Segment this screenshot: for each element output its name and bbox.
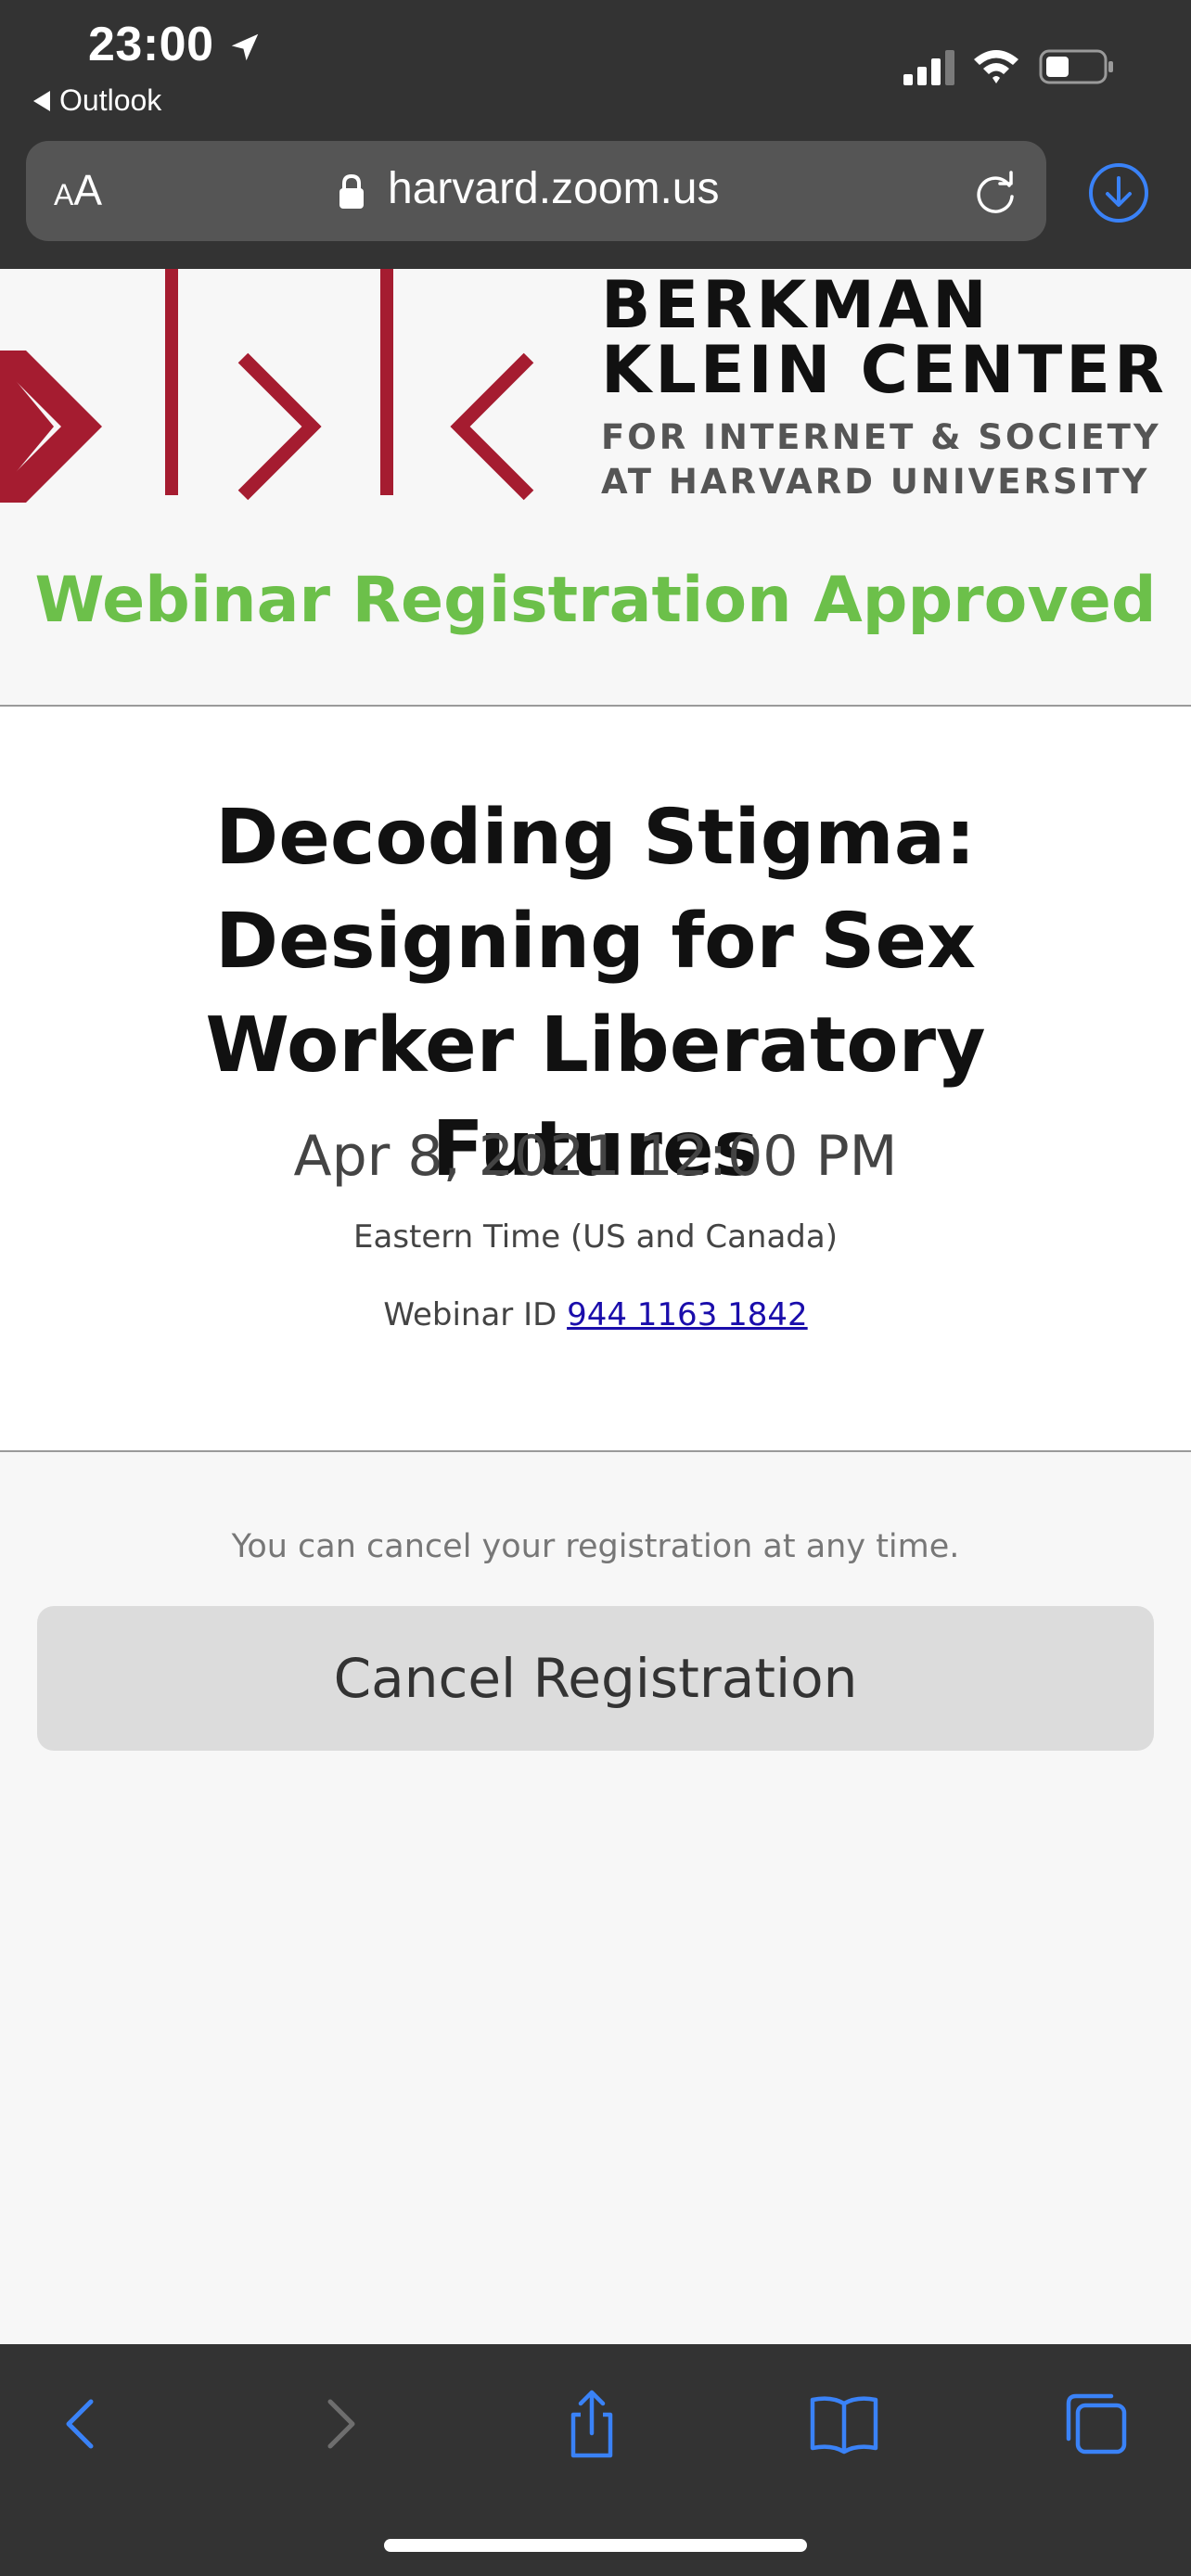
wifi-icon xyxy=(974,50,1018,83)
downloads-icon[interactable] xyxy=(1087,161,1150,224)
header-logo-area: BERKMAN KLEIN CENTER FOR INTERNET & SOCI… xyxy=(0,267,1191,705)
text-size-large-label: A xyxy=(73,166,103,214)
forward-icon[interactable] xyxy=(302,2387,377,2461)
cellular-signal-icon xyxy=(903,50,954,85)
location-arrow-icon xyxy=(231,33,259,61)
logo-text-harvard: AT HARVARD UNIVERSITY xyxy=(601,462,1150,502)
reload-icon[interactable] xyxy=(972,169,1020,217)
back-icon[interactable] xyxy=(45,2387,119,2461)
registration-status-heading: Webinar Registration Approved xyxy=(34,564,1157,637)
bookmarks-icon[interactable] xyxy=(807,2387,881,2461)
cancel-note: You can cancel your registration at any … xyxy=(231,1528,960,1565)
logo-text-klein-center: KLEIN CENTER xyxy=(601,332,1168,408)
lock-icon xyxy=(339,174,364,209)
webinar-id-row: Webinar ID 944 1163 1842 xyxy=(0,1296,1191,1333)
text-size-small-label: A xyxy=(54,178,74,211)
berkman-klein-logo-mark xyxy=(0,269,534,503)
browser-bottom-toolbar xyxy=(0,2344,1191,2576)
divider xyxy=(0,1450,1191,1452)
text-size-button[interactable]: AA xyxy=(54,165,102,215)
browser-top-chrome: 23:00 Outlook AA harvard.zoom.us xyxy=(0,0,1191,269)
back-app-label: Outlook xyxy=(59,83,162,117)
url-domain[interactable]: harvard.zoom.us xyxy=(388,163,720,214)
cancel-registration-button[interactable]: Cancel Registration xyxy=(37,1606,1154,1751)
event-date-time: Apr 8, 2021 12:00 PM xyxy=(293,1124,898,1189)
webinar-id-link[interactable]: 944 1163 1842 xyxy=(567,1296,808,1333)
share-icon[interactable] xyxy=(555,2387,629,2461)
status-time: 23:00 xyxy=(88,18,214,71)
battery-icon xyxy=(1039,49,1113,84)
address-bar[interactable]: AA harvard.zoom.us xyxy=(26,141,1046,241)
home-indicator[interactable] xyxy=(384,2539,807,2552)
tabs-icon[interactable] xyxy=(1059,2387,1133,2461)
event-details-card: Decoding Stigma: Designing for Sex Worke… xyxy=(0,707,1191,1450)
logo-text-internet-society: FOR INTERNET & SOCIETY xyxy=(601,417,1161,457)
webinar-id-label: Webinar ID xyxy=(383,1296,557,1333)
back-triangle-icon xyxy=(33,90,50,111)
event-timezone: Eastern Time (US and Canada) xyxy=(353,1218,838,1256)
back-to-app-link[interactable]: Outlook xyxy=(33,83,161,118)
